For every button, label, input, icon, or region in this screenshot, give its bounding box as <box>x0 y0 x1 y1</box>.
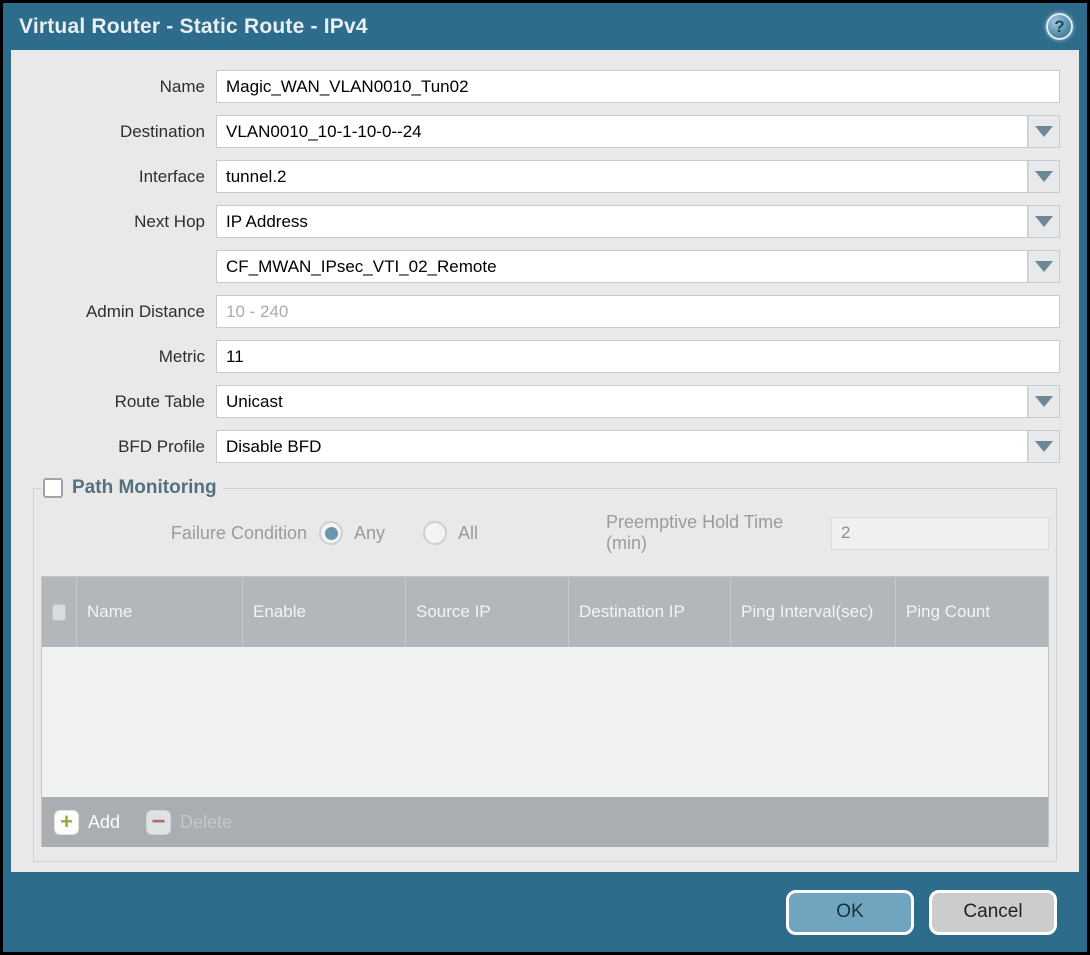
preemptive-hold-time-input <box>831 517 1049 550</box>
next-hop-dropdown-button[interactable] <box>1028 205 1060 238</box>
minus-icon: − <box>146 810 171 835</box>
name-row: Name <box>11 70 1060 103</box>
delete-button-label: Delete <box>180 812 232 833</box>
header-select-all-cell <box>42 577 76 647</box>
add-button-label: Add <box>88 812 120 833</box>
name-input[interactable] <box>216 70 1060 103</box>
interface-input[interactable] <box>216 160 1028 193</box>
radio-all-label: All <box>458 523 478 544</box>
chevron-down-icon <box>1035 441 1053 452</box>
failure-condition-row: Failure Condition Any All Preemptive Hol… <box>41 512 1049 554</box>
plus-icon: + <box>54 810 79 835</box>
column-header-ping-interval: Ping Interval(sec) <box>730 577 895 647</box>
next-hop-type-input[interactable] <box>216 205 1028 238</box>
route-table-dropdown-button[interactable] <box>1028 385 1060 418</box>
select-all-checkbox <box>52 604 66 621</box>
cancel-button[interactable]: Cancel <box>929 890 1057 935</box>
path-monitoring-title: Path Monitoring <box>72 477 217 499</box>
radio-any <box>319 521 343 545</box>
metric-label: Metric <box>11 347 216 367</box>
destination-row: Destination <box>11 115 1060 148</box>
destination-input[interactable] <box>216 115 1028 148</box>
next-hop-address-input[interactable] <box>216 250 1028 283</box>
bfd-profile-row: BFD Profile <box>11 430 1060 463</box>
metric-input[interactable] <box>216 340 1060 373</box>
path-monitoring-legend: Path Monitoring <box>41 477 223 499</box>
name-label: Name <box>11 77 216 97</box>
radio-all <box>423 521 447 545</box>
failure-condition-label: Failure Condition <box>41 523 319 544</box>
column-header-source-ip: Source IP <box>405 577 568 647</box>
bfd-profile-label: BFD Profile <box>11 437 216 457</box>
metric-row: Metric <box>11 340 1060 373</box>
path-monitoring-table: Name Enable Source IP Destination IP Pin… <box>41 576 1049 847</box>
interface-row: Interface <box>11 160 1060 193</box>
admin-distance-row: Admin Distance <box>11 295 1060 328</box>
chevron-down-icon <box>1035 216 1053 227</box>
static-route-dialog: Virtual Router - Static Route - IPv4 ? N… <box>0 0 1090 955</box>
admin-distance-label: Admin Distance <box>11 302 216 322</box>
next-hop-address-dropdown-button[interactable] <box>1028 250 1060 283</box>
preemptive-hold-time-label: Preemptive Hold Time (min) <box>606 512 821 554</box>
destination-dropdown-button[interactable] <box>1028 115 1060 148</box>
next-hop-label: Next Hop <box>11 212 216 232</box>
column-header-destination-ip: Destination IP <box>568 577 730 647</box>
path-monitoring-checkbox[interactable] <box>43 478 63 498</box>
table-header: Name Enable Source IP Destination IP Pin… <box>42 577 1048 647</box>
admin-distance-input[interactable] <box>216 295 1060 328</box>
table-body <box>42 647 1048 797</box>
help-icon[interactable]: ? <box>1046 13 1073 40</box>
chevron-down-icon <box>1035 126 1053 137</box>
failure-condition-all-option: All <box>423 521 478 545</box>
path-monitoring-section: Path Monitoring Failure Condition Any Al… <box>33 477 1057 862</box>
dialog-footer: OK Cancel <box>3 872 1087 952</box>
radio-any-label: Any <box>354 523 385 544</box>
title-bar: Virtual Router - Static Route - IPv4 ? <box>3 3 1087 50</box>
ok-button[interactable]: OK <box>786 890 914 935</box>
chevron-down-icon <box>1035 261 1053 272</box>
route-table-label: Route Table <box>11 392 216 412</box>
table-toolbar: + Add − Delete <box>42 797 1048 847</box>
route-table-row: Route Table <box>11 385 1060 418</box>
bfd-profile-dropdown-button[interactable] <box>1028 430 1060 463</box>
next-hop-row: Next Hop <box>11 205 1060 238</box>
chevron-down-icon <box>1035 171 1053 182</box>
interface-label: Interface <box>11 167 216 187</box>
destination-label: Destination <box>11 122 216 142</box>
column-header-name: Name <box>76 577 242 647</box>
interface-dropdown-button[interactable] <box>1028 160 1060 193</box>
column-header-enable: Enable <box>242 577 405 647</box>
bfd-profile-input[interactable] <box>216 430 1028 463</box>
delete-button: − Delete <box>146 810 232 835</box>
route-table-input[interactable] <box>216 385 1028 418</box>
failure-condition-any-option: Any <box>319 521 385 545</box>
chevron-down-icon <box>1035 396 1053 407</box>
dialog-title: Virtual Router - Static Route - IPv4 <box>19 15 368 39</box>
next-hop-address-row <box>11 250 1060 283</box>
dialog-body: Name Destination Interface Next Hop <box>11 50 1079 872</box>
column-header-ping-count: Ping Count <box>895 577 1048 647</box>
add-button[interactable]: + Add <box>54 810 120 835</box>
